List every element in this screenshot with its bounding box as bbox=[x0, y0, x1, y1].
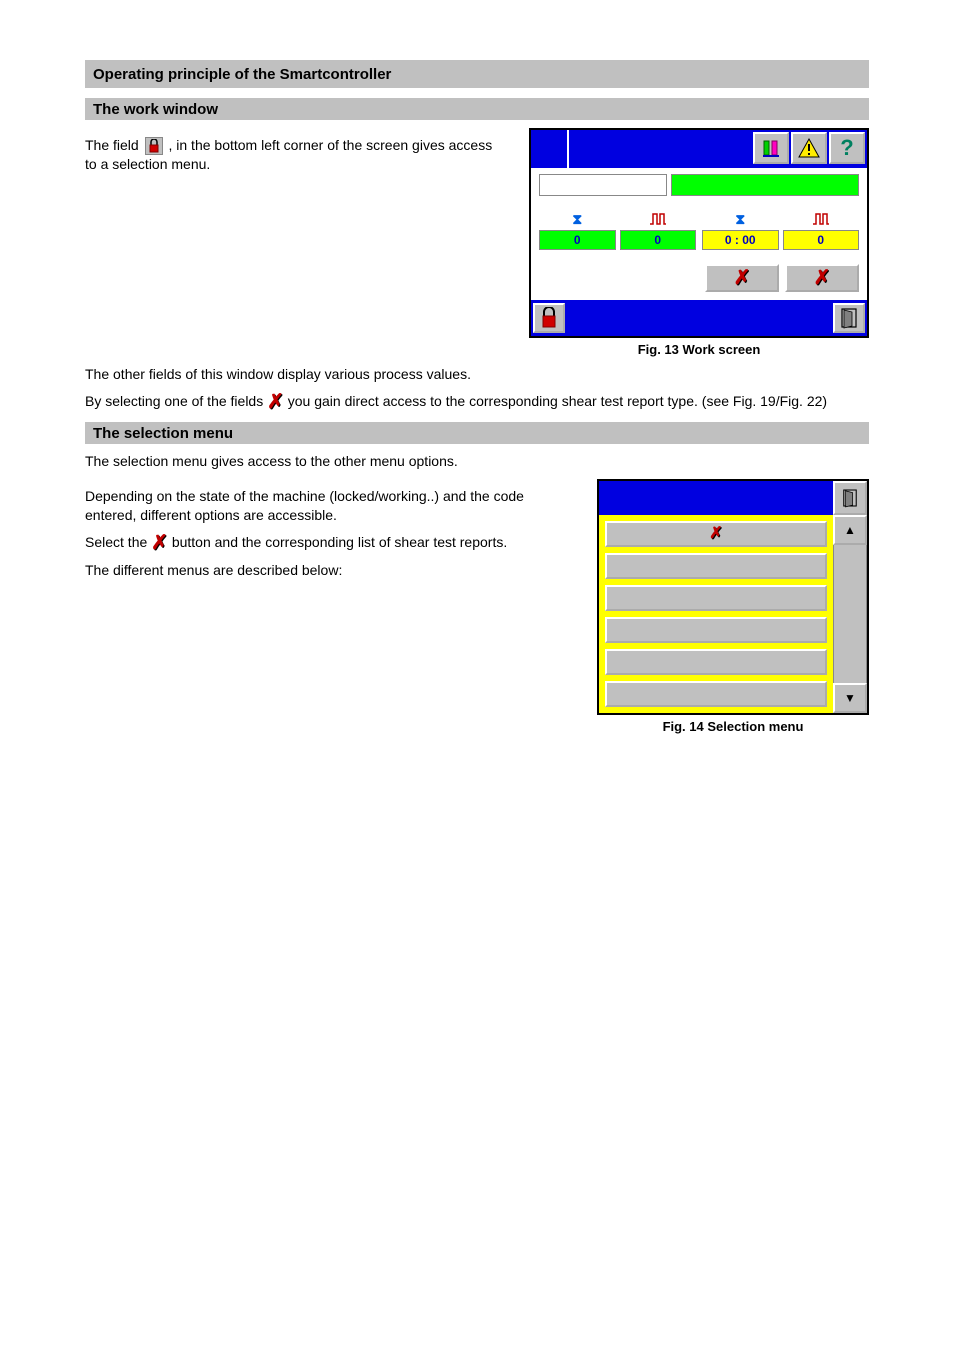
section-selection-menu-bar: The selection menu bbox=[85, 422, 869, 444]
section-work-window-bar: The work window bbox=[85, 98, 869, 120]
hourglass-icon: ⧗ bbox=[539, 210, 616, 228]
selection-para4: The different menus are described below: bbox=[85, 561, 571, 580]
pulse-icon bbox=[620, 210, 697, 228]
white-field[interactable] bbox=[539, 174, 667, 196]
hourglass-icon: ⧗ bbox=[702, 210, 779, 228]
scroll-track[interactable] bbox=[833, 545, 867, 683]
door-exit-button[interactable] bbox=[833, 303, 865, 333]
menu-item[interactable] bbox=[605, 617, 827, 643]
pulse-icon bbox=[783, 210, 860, 228]
work-window-para3: By selecting one of the fields ✗ you gai… bbox=[85, 392, 869, 412]
work-window-para2: The other fields of this window display … bbox=[85, 365, 869, 384]
x-icon: ✗ bbox=[709, 526, 722, 542]
menu-item[interactable] bbox=[605, 553, 827, 579]
x-icon: ✗ bbox=[814, 268, 831, 288]
yellow-value-2[interactable]: 0 bbox=[783, 230, 860, 250]
lock-button[interactable] bbox=[533, 303, 565, 333]
x-icon: ✗ bbox=[734, 268, 751, 288]
menu-item[interactable] bbox=[605, 585, 827, 611]
menu-item[interactable] bbox=[605, 649, 827, 675]
lock-icon bbox=[145, 137, 163, 155]
scrollbar[interactable]: ▲ ▼ bbox=[833, 515, 867, 713]
green-value-1[interactable]: 0 bbox=[539, 230, 616, 250]
x-icon: ✗ bbox=[267, 392, 284, 412]
scroll-down-button[interactable]: ▼ bbox=[833, 683, 867, 713]
green-field[interactable] bbox=[671, 174, 859, 196]
help-icon-button[interactable]: ? bbox=[829, 132, 865, 164]
selection-menu-panel: ✗ ▲ ▼ bbox=[597, 479, 869, 715]
green-value-2[interactable]: 0 bbox=[620, 230, 697, 250]
selection-menu-titlebar bbox=[599, 481, 833, 515]
work-screen-panel: ? ⧗ 0 bbox=[529, 128, 869, 338]
scroll-up-button[interactable]: ▲ bbox=[833, 515, 867, 545]
yellow-value-1[interactable]: 0 : 00 bbox=[702, 230, 779, 250]
work-screen-titlebar: ? bbox=[531, 130, 867, 168]
work-screen-caption: Fig. 13 Work screen bbox=[529, 342, 869, 357]
page-header-title: Operating principle of the Smartcontroll… bbox=[93, 66, 391, 83]
x-button-right[interactable]: ✗ bbox=[785, 264, 859, 292]
work-window-para1: The field , in the bottom left corner of… bbox=[85, 136, 503, 174]
work-screen-title-box bbox=[531, 130, 569, 168]
selection-para3: Select the ✗ button and the correspondin… bbox=[85, 533, 571, 553]
door-exit-button[interactable] bbox=[833, 481, 867, 515]
selection-menu-caption: Fig. 14 Selection menu bbox=[597, 719, 869, 734]
warning-icon-button[interactable] bbox=[791, 132, 827, 164]
page-header-bar: Operating principle of the Smartcontroll… bbox=[85, 60, 869, 88]
section-selection-menu-title: The selection menu bbox=[93, 425, 233, 442]
section-work-window-title: The work window bbox=[93, 101, 218, 118]
bars-icon-button[interactable] bbox=[753, 132, 789, 164]
x-button-left[interactable]: ✗ bbox=[705, 264, 779, 292]
selection-menu-list: ✗ bbox=[599, 515, 833, 713]
menu-item-x[interactable]: ✗ bbox=[605, 521, 827, 547]
x-icon: ✗ bbox=[151, 533, 168, 553]
selection-para2: Depending on the state of the machine (l… bbox=[85, 487, 571, 525]
selection-para1: The selection menu gives access to the o… bbox=[85, 452, 869, 471]
menu-item[interactable] bbox=[605, 681, 827, 707]
